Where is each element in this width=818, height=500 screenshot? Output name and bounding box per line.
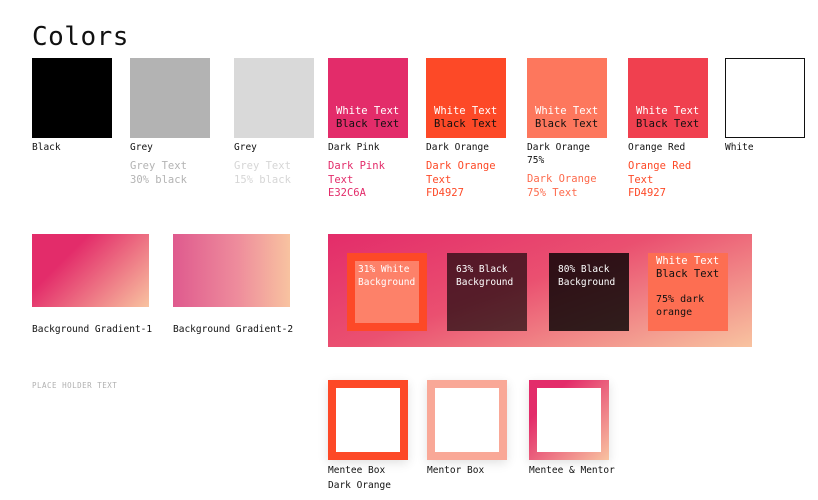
label-line: Mentor Box (427, 465, 485, 476)
sub-line: FD4927 (628, 187, 666, 199)
mentor-box (427, 380, 507, 460)
gradient-1-swatch (32, 234, 149, 307)
mentee-box-label: Mentee Box Dark Orange (328, 463, 391, 493)
sub-line: FD4927 (426, 187, 464, 199)
box-inner (537, 388, 601, 452)
swatch-dark-pink: White Text Black Text (328, 58, 408, 138)
sample-white-text: White Text (636, 105, 700, 117)
swatch-dark-orange-75: White Text Black Text (527, 58, 607, 138)
sample-white-text: White Text (535, 105, 599, 117)
note-line: 75% dark (656, 294, 705, 305)
sub-line: Grey Text (234, 160, 291, 172)
swatch-sub-dark-orange-75: Dark Orange 75% Text (527, 173, 597, 200)
label-line: 75% (527, 155, 545, 166)
sub-line: Orange Red (628, 160, 692, 172)
label-line: Dark Orange (328, 480, 391, 491)
sub-line: Text (328, 173, 354, 186)
swatch-label-white: White (725, 142, 754, 153)
overlay-line: Background (456, 276, 514, 288)
sub-line: Dark Pink (328, 160, 385, 172)
sub-line: Text (628, 173, 654, 186)
overlay-banner: 31% White Background 63% Black Backgroun… (328, 234, 752, 347)
sub-line: 30% black (130, 173, 187, 186)
label-line: Mentee Box (328, 465, 386, 476)
swatch-sub-grey-15: Grey Text 15% black (234, 160, 291, 187)
swatch-grey-15 (234, 58, 314, 138)
swatch-label-black: Black (32, 142, 61, 153)
swatch-white (725, 58, 805, 138)
swatch-label-dark-pink: Dark Pink (328, 142, 380, 153)
sub-line: 75% Text (527, 186, 578, 199)
overlay-line: Background (558, 276, 616, 288)
overlay-black-63: 63% Black Background (447, 253, 527, 331)
label-line: Mentee & Mentor (529, 465, 615, 476)
overlay-line: Background (358, 276, 416, 288)
sub-line: E32C6A (328, 187, 366, 199)
sub-line: Grey Text (130, 160, 187, 172)
sample-black-text: Black Text (535, 118, 599, 130)
overlay-black-80: 80% Black Background (549, 253, 629, 331)
gradient-1-label: Background Gradient-1 (32, 324, 153, 335)
box-inner (435, 388, 499, 452)
sample-white-text: White Text (336, 105, 400, 117)
sample-black-text: Black Text (336, 118, 400, 130)
mentee-mentor-box (529, 380, 609, 460)
swatch-dark-orange: White Text Black Text (426, 58, 506, 138)
swatch-label-grey-15: Grey (234, 142, 257, 153)
sample-black-text: Black Text (656, 268, 720, 280)
sample-white-text: White Text (434, 105, 498, 117)
overlay-line: 63% Black (456, 264, 508, 275)
orange-card-note: 75% dark orange (656, 293, 704, 319)
mentee-box (328, 380, 408, 460)
sample-white-text: White Text (656, 255, 720, 267)
overlay-label: 80% Black Background (558, 264, 615, 289)
overlay-line: 31% White (358, 264, 410, 275)
overlay-white-31: 31% White Background (355, 261, 419, 323)
overlay-frame-orange: 31% White Background (347, 253, 427, 331)
overlay-line: 80% Black (558, 264, 610, 275)
page-title: Colors (32, 22, 129, 52)
swatch-sub-grey-30: Grey Text 30% black (130, 160, 187, 187)
swatch-orange-red: White Text Black Text (628, 58, 708, 138)
swatch-sub-dark-orange: Dark Orange Text FD4927 (426, 160, 496, 201)
swatch-sub-orange-red: Orange Red Text FD4927 (628, 160, 691, 201)
sub-line: Dark Orange (426, 160, 496, 172)
box-inner (336, 388, 400, 452)
overlay-orange-75-card: White Text Black Text 75% dark orange (648, 253, 728, 331)
note-line: orange (656, 307, 693, 318)
gradient-2-swatch (173, 234, 290, 307)
sub-line: 15% black (234, 173, 291, 186)
sub-line: Dark Orange (527, 173, 597, 185)
mentor-box-label: Mentor Box (427, 463, 484, 478)
swatch-black (32, 58, 112, 138)
mentee-mentor-box-label: Mentee & Mentor (529, 463, 615, 478)
overlay-label: 63% Black Background (456, 264, 513, 289)
swatch-label-grey-30: Grey (130, 142, 153, 153)
gradient-2-label: Background Gradient-2 (173, 324, 294, 335)
label-line: Dark Orange (527, 142, 590, 153)
sub-line: Text (426, 173, 452, 186)
overlay-label: 31% White Background (358, 264, 415, 289)
swatch-label-dark-orange-75: Dark Orange 75% (527, 141, 590, 167)
swatch-sub-dark-pink: Dark Pink Text E32C6A (328, 160, 385, 201)
swatch-grey-30 (130, 58, 210, 138)
sample-black-text: Black Text (636, 118, 700, 130)
sample-black-text: Black Text (434, 118, 498, 130)
swatch-label-orange-red: Orange Red (628, 142, 686, 153)
placeholder-text: PLACE HOLDER TEXT (32, 381, 118, 390)
swatch-label-dark-orange: Dark Orange (426, 142, 489, 153)
